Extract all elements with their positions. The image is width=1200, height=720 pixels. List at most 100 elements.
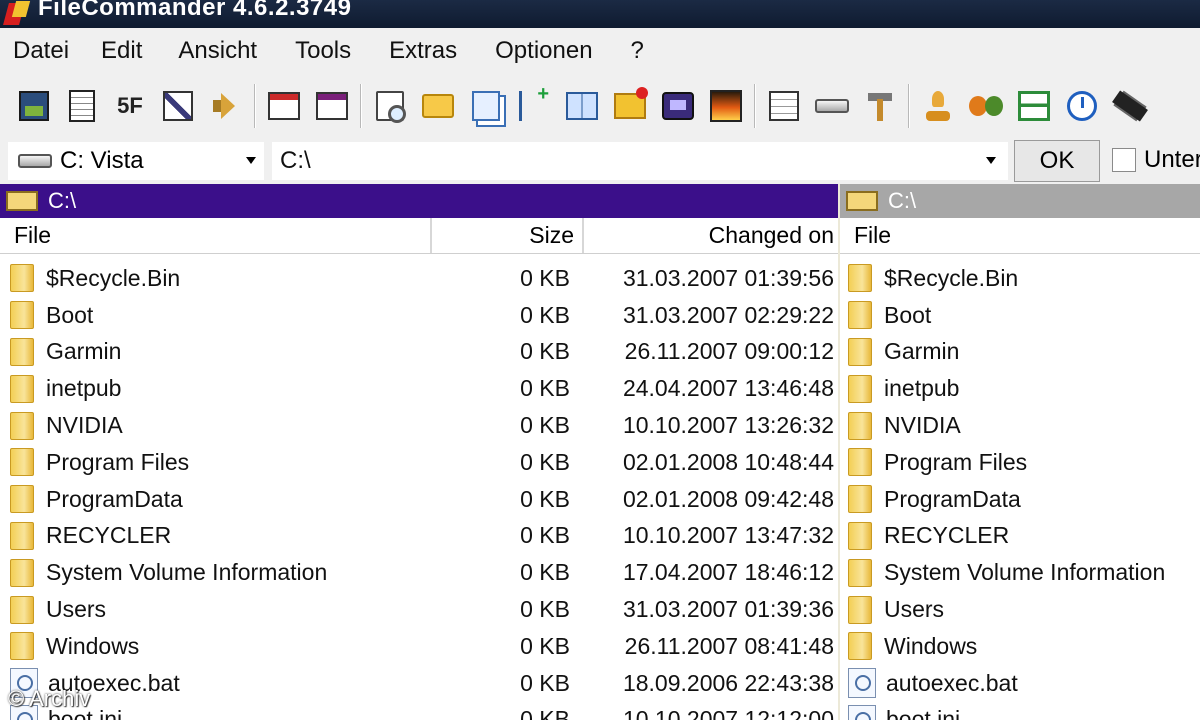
drive-icon[interactable]: [812, 86, 852, 126]
file-size: 0 KB: [520, 412, 570, 439]
left-panel-path-header[interactable]: C:\: [0, 184, 838, 218]
joystick-icon[interactable]: [918, 86, 958, 126]
column-size[interactable]: Size: [432, 218, 584, 253]
file-row[interactable]: Boot 0 KB 31.03.2007 02:29:22: [0, 297, 838, 334]
file-name: Users: [46, 596, 107, 623]
file-row[interactable]: ProgramData 0 KB 02.01.2008 09:42:48: [0, 481, 838, 518]
drive-select[interactable]: C: Vista: [8, 142, 264, 180]
window-icon[interactable]: [264, 86, 304, 126]
file-size: 0 KB: [520, 596, 570, 623]
split-view-icon[interactable]: [562, 86, 602, 126]
open-folder-icon[interactable]: [418, 86, 458, 126]
file-row[interactable]: $Recycle.Bin 0 KB 31.03.2007 01:39:56: [0, 260, 838, 297]
mail-icon[interactable]: [610, 86, 650, 126]
file-row[interactable]: Windows 0 KB 26.11.2007 08:41:48: [0, 628, 838, 665]
menu-optionen[interactable]: Optionen: [488, 37, 599, 65]
subfolders-checkbox[interactable]: [1112, 148, 1136, 172]
menu-datei[interactable]: Datei: [6, 37, 76, 65]
column-changed-on[interactable]: Changed on: [584, 218, 838, 253]
folder-icon: [10, 521, 34, 550]
file-row[interactable]: Program Files: [840, 444, 1200, 481]
network-icon[interactable]: [1014, 86, 1054, 126]
copy-icon[interactable]: [466, 86, 506, 126]
folder-icon: [10, 558, 34, 587]
menu-help[interactable]: ?: [624, 37, 651, 65]
tools-icon[interactable]: [860, 86, 900, 126]
file-row[interactable]: System Volume Information: [840, 554, 1200, 591]
file-size: 0 KB: [520, 301, 570, 328]
users-icon[interactable]: [966, 86, 1006, 126]
column-file[interactable]: File: [0, 218, 432, 253]
5f-icon[interactable]: 5F: [110, 86, 150, 126]
toolbar: 5F: [0, 74, 1200, 138]
file-name-cell: System Volume Information: [840, 558, 1200, 587]
file-row[interactable]: Boot: [840, 297, 1200, 334]
notepad-icon[interactable]: [62, 86, 102, 126]
file-name-cell: autoexec.bat: [840, 668, 1200, 699]
file-name-cell: NVIDIA: [840, 411, 1200, 440]
file-row[interactable]: Program Files 0 KB 02.01.2008 10:48:44: [0, 444, 838, 481]
search-doc-icon[interactable]: [370, 86, 410, 126]
file-name: RECYCLER: [884, 522, 1010, 549]
new-tree-icon[interactable]: [514, 83, 554, 126]
file-row[interactable]: Users 0 KB 31.03.2007 01:39:36: [0, 591, 838, 628]
file-name: Users: [884, 596, 945, 623]
path-input[interactable]: [272, 142, 1008, 180]
ok-button[interactable]: OK: [1014, 140, 1100, 182]
file-name: Program Files: [46, 448, 190, 475]
left-panel-path: C:\: [48, 188, 77, 213]
file-row[interactable]: Garmin 0 KB 26.11.2007 09:00:12: [0, 334, 838, 371]
file-name: Garmin: [884, 338, 960, 365]
file-row[interactable]: Garmin: [840, 334, 1200, 371]
column-file[interactable]: File: [840, 218, 1200, 253]
file-name: NVIDIA: [884, 412, 961, 439]
chevron-down-icon[interactable]: [246, 157, 256, 164]
file-row[interactable]: inetpub: [840, 370, 1200, 407]
file-icon: [848, 704, 876, 720]
file-row[interactable]: RECYCLER 0 KB 10.10.2007 13:47:32: [0, 518, 838, 555]
folder-icon: [848, 558, 872, 587]
menu-tools[interactable]: Tools: [288, 37, 358, 65]
folder-icon: [10, 301, 34, 330]
file-row[interactable]: autoexec.bat 0 KB 18.09.2006 22:43:38: [0, 665, 838, 702]
right-column-header: File: [840, 218, 1200, 254]
image-icon[interactable]: [14, 86, 54, 126]
menu-edit[interactable]: Edit: [94, 37, 149, 65]
terminal-icon[interactable]: [658, 86, 698, 126]
file-name: System Volume Information: [884, 559, 1166, 586]
file-name: Garmin: [46, 338, 122, 365]
right-panel-path-header[interactable]: C:\: [840, 184, 1200, 218]
5f-label: 5F: [117, 93, 143, 118]
stopwatch-icon[interactable]: [1062, 86, 1102, 126]
file-row[interactable]: Users: [840, 591, 1200, 628]
window-alt-icon[interactable]: [312, 86, 352, 126]
file-name-cell: System Volume Information: [0, 558, 432, 587]
menu-ansicht[interactable]: Ansicht: [171, 37, 264, 65]
file-changed-on: 10.10.2007 12:12:00: [622, 706, 834, 720]
file-size: 0 KB: [520, 485, 570, 512]
firewall-icon[interactable]: [706, 86, 746, 126]
file-row[interactable]: boot.ini 0 KB 10.10.2007 12:12:00: [0, 702, 838, 720]
chevron-down-icon[interactable]: [986, 157, 996, 164]
folder-icon: [848, 632, 872, 661]
folder-icon: [10, 595, 34, 624]
file-row[interactable]: RECYCLER: [840, 518, 1200, 555]
file-row[interactable]: System Volume Information 0 KB 17.04.2007 …: [0, 554, 838, 591]
file-row[interactable]: NVIDIA: [840, 407, 1200, 444]
chip-icon[interactable]: [1110, 86, 1150, 126]
file-size: 0 KB: [520, 375, 570, 402]
file-row[interactable]: boot.ini: [840, 702, 1200, 720]
file-row[interactable]: NVIDIA 0 KB 10.10.2007 13:26:32: [0, 407, 838, 444]
file-row[interactable]: $Recycle.Bin: [840, 260, 1200, 297]
folder-icon: [848, 301, 872, 330]
file-row[interactable]: Windows: [840, 628, 1200, 665]
speaker-icon[interactable]: [206, 86, 246, 126]
menu-extras[interactable]: Extras: [382, 37, 464, 65]
file-row[interactable]: inetpub 0 KB 24.04.2007 13:46:48: [0, 370, 838, 407]
file-name: NVIDIA: [46, 412, 123, 439]
diagram-icon[interactable]: [158, 86, 198, 126]
edit-icon[interactable]: [764, 86, 804, 126]
file-row[interactable]: ProgramData: [840, 481, 1200, 518]
file-name-cell: Program Files: [840, 448, 1200, 477]
file-row[interactable]: autoexec.bat: [840, 665, 1200, 702]
